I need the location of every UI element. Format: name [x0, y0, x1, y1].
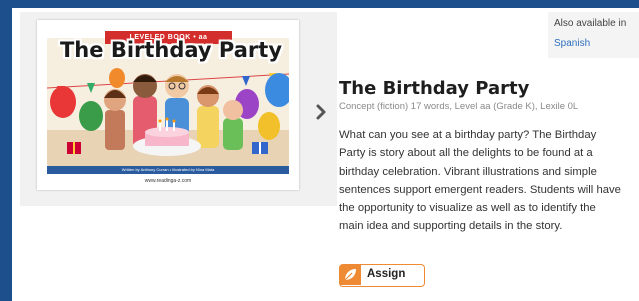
book-title: The Birthday Party	[339, 78, 530, 99]
book-card: LEVELED BOOK • aa The Birthday Party Wri…	[12, 8, 639, 301]
cover-credits: Written by Anthony Curran • Illustrated …	[47, 166, 289, 174]
book-meta: Concept (fiction) 17 words, Level aa (Gr…	[339, 101, 579, 112]
book-description: What can you see at a birthday party? Th…	[339, 129, 621, 233]
also-available-label: Also available in	[554, 18, 627, 29]
leaf-icon	[340, 265, 361, 285]
cover-url: www.readinga-z.com	[144, 178, 192, 184]
cover-area: LEVELED BOOK • aa The Birthday Party Wri…	[20, 12, 337, 206]
spanish-link[interactable]: Spanish	[554, 38, 590, 49]
also-available-panel: Also available in Spanish	[548, 12, 639, 58]
chevron-right-icon[interactable]	[312, 103, 330, 121]
assign-button[interactable]: Assign	[339, 264, 425, 287]
book-cover[interactable]: LEVELED BOOK • aa The Birthday Party Wri…	[37, 20, 299, 190]
cover-title: The Birthday Party	[59, 38, 283, 62]
assign-label: Assign	[367, 268, 406, 280]
